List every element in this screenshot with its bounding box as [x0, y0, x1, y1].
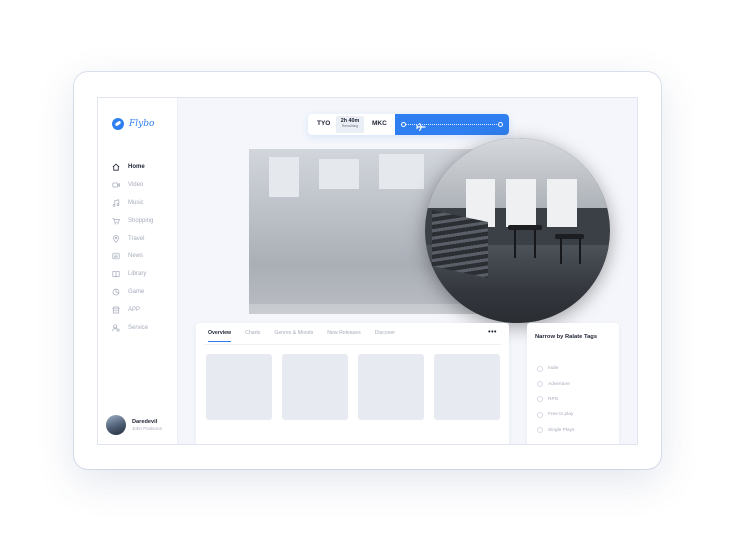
sidebar-item-travel[interactable]: Travel: [112, 230, 153, 248]
sidebar-item-label: Service: [128, 324, 149, 331]
sidebar-nav: Home Video Music Shopping Travel News Li…: [112, 158, 153, 337]
content-tile[interactable]: [434, 354, 500, 420]
sidebar-item-label: News: [128, 253, 144, 260]
content-tile[interactable]: [206, 354, 272, 420]
tab-charts[interactable]: Charts: [245, 330, 260, 342]
route-start-point-icon: [401, 121, 406, 127]
flight-origin: TYO: [317, 120, 331, 127]
user-subtitle: John Foolsons: [132, 426, 162, 431]
sidebar-item-label: Home: [128, 163, 145, 170]
sidebar-item-label: Video: [128, 181, 144, 188]
lens-scene-table-leg: [560, 237, 563, 264]
sidebar-item-shopping[interactable]: Shopping: [112, 212, 153, 230]
tag-option-label: RPG: [548, 396, 559, 402]
brand[interactable]: Flybo: [112, 118, 154, 130]
lens-scene-table-leg: [534, 228, 537, 259]
user-service-icon: [112, 324, 120, 332]
radio-button[interactable]: [537, 427, 543, 434]
radio-button[interactable]: [537, 396, 543, 403]
tag-option-rpg[interactable]: RPG: [537, 392, 574, 407]
tab-discover[interactable]: Discover: [375, 330, 395, 342]
tag-option-indie[interactable]: Indie: [537, 361, 574, 376]
gamepad-icon: [112, 288, 120, 296]
tags-panel: Narrow by Ralate Tags Indie Adventure RP…: [527, 323, 619, 444]
sidebar-item-news[interactable]: News: [112, 247, 153, 265]
sidebar-item-label: Game: [128, 289, 145, 296]
tag-option-label: Free to play: [548, 412, 574, 418]
divider: [204, 344, 501, 345]
avatar: [106, 415, 126, 435]
app-screen: Flybo Home Video Music Shopping Travel N…: [97, 97, 638, 445]
tag-option-label: Indie: [548, 366, 559, 372]
radio-button[interactable]: [537, 381, 543, 388]
tag-option-single-plays[interactable]: Single Plays: [537, 423, 574, 438]
flight-status-bar[interactable]: TYO 2h 40m Remaining MKC: [308, 114, 509, 135]
content-tiles: [206, 354, 500, 420]
sidebar-item-home[interactable]: Home: [112, 158, 153, 176]
content-card: Overview Charts Genres & Moods New Relea…: [196, 323, 509, 444]
lens-scene-window: [506, 178, 536, 227]
flight-duration-label: Remaining: [341, 124, 359, 128]
video-frame-window: [319, 159, 359, 189]
flight-duration-badge: 2h 40m Remaining: [336, 116, 364, 133]
tab-new-releases[interactable]: New Releases: [327, 330, 360, 342]
cart-icon: [112, 217, 120, 225]
location-pin-icon: [112, 234, 120, 243]
home-icon: [112, 163, 120, 171]
magnifier-lens: [425, 138, 610, 323]
brand-name: Flybo: [129, 119, 155, 129]
user-profile[interactable]: Daredevil John Foolsons: [106, 415, 162, 435]
content-tile[interactable]: [358, 354, 424, 420]
sidebar-item-app[interactable]: APP: [112, 301, 153, 319]
stage: Flybo Home Video Music Shopping Travel N…: [0, 0, 734, 543]
sidebar-item-music[interactable]: Music: [112, 194, 153, 212]
news-icon: [112, 252, 120, 260]
content-tabs: Overview Charts Genres & Moods New Relea…: [208, 330, 395, 342]
sidebar-item-label: Travel: [128, 235, 145, 242]
route-end-point-icon: [498, 121, 503, 127]
sidebar-item-video[interactable]: Video: [112, 176, 153, 194]
lens-scene-stairs: [432, 209, 488, 278]
sidebar-item-service[interactable]: Service: [112, 319, 153, 337]
sidebar-item-label: APP: [128, 307, 141, 314]
tag-options: Indie Adventure RPG Free to play Single …: [537, 361, 574, 438]
lens-scene-window: [547, 178, 577, 227]
tag-option-label: Adventure: [548, 381, 570, 387]
lens-scene-table-leg: [578, 237, 581, 264]
sidebar-item-label: Library: [128, 271, 147, 278]
sidebar-item-game[interactable]: Game: [112, 283, 153, 301]
tag-option-adventure[interactable]: Adventure: [537, 376, 574, 391]
music-icon: [112, 199, 120, 207]
sidebar-item-label: Music: [128, 199, 144, 206]
sidebar-item-label: Shopping: [128, 217, 154, 224]
radio-button[interactable]: [537, 411, 543, 418]
plane-logo-icon: [112, 118, 124, 130]
airplane-icon: [416, 119, 426, 132]
lens-scene-table-leg: [513, 228, 516, 259]
content-tile[interactable]: [282, 354, 348, 420]
tab-genres-moods[interactable]: Genres & Moods: [274, 330, 313, 342]
tab-overview[interactable]: Overview: [208, 330, 232, 342]
more-options-icon[interactable]: •••: [488, 329, 497, 336]
flight-route-progress: [395, 114, 509, 135]
store-icon: [112, 306, 120, 314]
video-frame-window: [269, 157, 299, 197]
tag-option-label: Single Plays: [548, 427, 575, 433]
user-name: Daredevil: [132, 419, 158, 425]
sidebar-item-library[interactable]: Library: [112, 265, 153, 283]
tags-panel-title: Narrow by Ralate Tags: [535, 334, 598, 340]
video-icon: [112, 181, 120, 189]
radio-button[interactable]: [537, 365, 543, 372]
sidebar: Flybo Home Video Music Shopping Travel N…: [98, 98, 178, 444]
flight-destination: MKC: [372, 120, 387, 127]
book-icon: [112, 270, 120, 278]
tag-option-free-to-play[interactable]: Free to play: [537, 407, 574, 422]
video-frame-window: [379, 154, 424, 189]
